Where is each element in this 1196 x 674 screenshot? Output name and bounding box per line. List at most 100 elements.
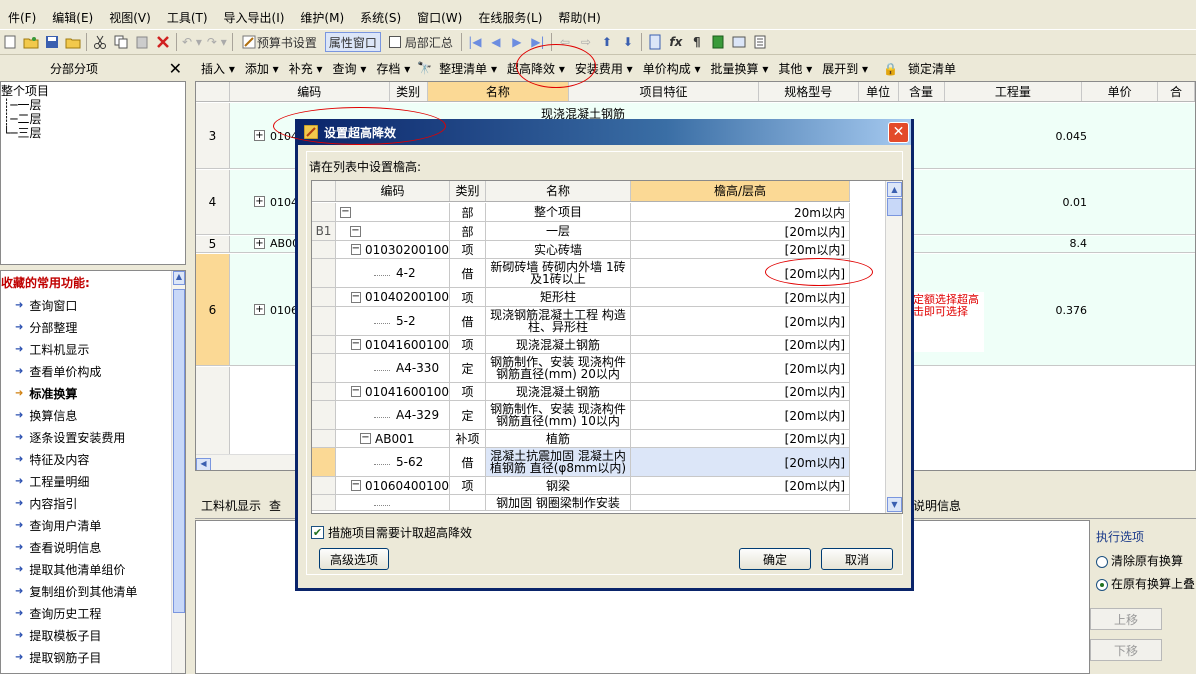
tree-item-floor3[interactable]: └─三层 [1, 126, 185, 140]
collapse-icon[interactable]: − [350, 386, 362, 397]
height-table-row[interactable]: − 部整个项目 20m以内 [312, 203, 850, 222]
favorite-item[interactable]: ➜ 逐条设置安装费用 [1, 427, 185, 449]
new-file-icon[interactable] [2, 32, 18, 52]
menu-file[interactable]: 件(F) [0, 9, 44, 26]
dialog-close-icon[interactable]: ✕ [888, 122, 909, 143]
cut-icon[interactable] [92, 32, 108, 52]
binoculars-icon[interactable]: 🔭 [415, 61, 434, 75]
tab-material-display[interactable]: 工料机显示 [201, 497, 261, 514]
toolbar-unit-price[interactable]: 单价构成 ▾ [638, 60, 706, 77]
advanced-options-button[interactable]: 高级选项 [319, 548, 389, 570]
favorite-item[interactable]: ➜ 查看说明信息 [1, 537, 185, 559]
height-table-row[interactable]: −01030200100 项实心砖墙 [20m以内] [312, 241, 850, 259]
grid-header-feature[interactable]: 项目特征 [569, 82, 759, 101]
grid-header-content[interactable]: 含量 [899, 82, 945, 101]
row-height-value[interactable]: [20m以内] [631, 288, 850, 306]
toolbar-query[interactable]: 查询 ▾ [328, 60, 372, 77]
move-up-button[interactable]: 上移 [1090, 608, 1162, 630]
favorite-item[interactable]: ➜ 标准换算 [1, 383, 185, 405]
radio-clear[interactable] [1096, 555, 1108, 568]
row-height-value[interactable]: [20m以内] [631, 401, 850, 429]
height-table-row[interactable]: A4-329 定钢筋制作、安装 现浇构件钢筋直径(mm) 10以内 [20m以内] [312, 401, 850, 430]
row-height-value[interactable]: [20m以内] [631, 241, 850, 258]
report-icon[interactable] [731, 32, 747, 52]
calculator-icon[interactable] [647, 32, 663, 52]
scroll-up-icon[interactable]: ▲ [887, 182, 902, 197]
menu-view[interactable]: 视图(V) [101, 9, 159, 26]
grid-header-type[interactable]: 类别 [390, 82, 428, 101]
tree-item-floor1[interactable]: ┊─一层 [1, 98, 185, 112]
favorites-scrollbar[interactable]: ▲ [171, 271, 185, 673]
collapse-icon[interactable]: − [350, 480, 362, 491]
row-height-value[interactable]: [20m以内] [631, 448, 850, 476]
grid-header-unit[interactable]: 单位 [859, 82, 899, 101]
save-icon[interactable] [44, 32, 60, 52]
height-table-scrollbar[interactable]: ▲ ▼ [885, 181, 902, 513]
formula-icon[interactable]: fx [668, 32, 684, 52]
exec-option-stack[interactable]: 在原有换算上叠 [1096, 575, 1196, 592]
delete-icon[interactable] [155, 32, 171, 52]
cancel-button[interactable]: 取消 [821, 548, 893, 570]
toolbar-batch-convert[interactable]: 批量换算 ▾ [706, 60, 774, 77]
undo-icon[interactable]: ↶ ▾ [182, 32, 202, 52]
menu-help[interactable]: 帮助(H) [550, 9, 608, 26]
menu-online-service[interactable]: 在线服务(L) [470, 9, 550, 26]
row-height-value[interactable]: [20m以内] [631, 336, 850, 353]
grid-header-spec[interactable]: 规格型号 [759, 82, 859, 101]
height-table-row[interactable]: A4-330 定钢筋制作、安装 现浇构件钢筋直径(mm) 20以内 [20m以内] [312, 354, 850, 383]
paragraph-icon[interactable]: ¶ [689, 32, 705, 52]
menu-edit[interactable]: 编辑(E) [44, 9, 101, 26]
menu-system[interactable]: 系统(S) [352, 9, 409, 26]
favorite-item[interactable]: ➜ 查看单价构成 [1, 361, 185, 383]
favorite-item[interactable]: ➜ 换算信息 [1, 405, 185, 427]
collapse-icon[interactable]: − [350, 291, 362, 303]
height-table-row[interactable]: −01060400100 项钢梁 [20m以内] [312, 477, 850, 495]
height-table-row[interactable]: B1 − 部一层 [20m以内] [312, 222, 850, 241]
grid-header-total[interactable]: 合 [1158, 82, 1195, 101]
expand-icon[interactable]: + [254, 130, 265, 141]
expand-icon[interactable]: + [254, 238, 265, 249]
menu-tools[interactable]: 工具(T) [159, 9, 216, 26]
radio-stack[interactable] [1096, 578, 1108, 591]
collapse-icon[interactable]: − [360, 433, 371, 444]
tab-query[interactable]: 查 [269, 497, 281, 514]
toolbar-expand-to[interactable]: 展开到 ▾ [817, 60, 873, 77]
copy-icon[interactable] [113, 32, 129, 52]
row-height-value[interactable]: [20m以内] [631, 383, 850, 400]
toolbar-organize-list[interactable]: 整理清单 ▾ [434, 60, 502, 77]
scroll-down-icon[interactable]: ▼ [887, 497, 902, 512]
exec-option-clear[interactable]: 清除原有换算 [1096, 552, 1183, 569]
prev-record-icon[interactable]: ◀ [488, 32, 504, 52]
height-table-row[interactable]: −01041600100 项现浇混凝土钢筋 [20m以内] [312, 383, 850, 401]
height-header-type[interactable]: 类别 [450, 181, 486, 201]
budget-settings-button[interactable]: 预算书设置 [238, 32, 320, 52]
toolbar-other[interactable]: 其他 ▾ [773, 60, 817, 77]
collapse-icon[interactable]: − [350, 339, 362, 350]
row-height-value[interactable]: [20m以内] [631, 430, 850, 447]
favorite-item[interactable]: ➜ 提取钢筋子目 [1, 647, 185, 669]
green-book-icon[interactable] [710, 32, 726, 52]
row-height-value[interactable]: 20m以内 [631, 203, 850, 221]
tree-item-project[interactable]: 整个项目 [1, 84, 185, 98]
property-window-button[interactable]: 属性窗口 [324, 32, 381, 52]
local-summary-toggle[interactable]: 局部汇总 [386, 32, 456, 52]
favorite-item[interactable]: ➜ 特征及内容 [1, 449, 185, 471]
favorite-item[interactable]: ➜ 查询窗口 [1, 295, 185, 317]
redo-icon[interactable]: ↷ ▾ [207, 32, 227, 52]
collapse-icon[interactable]: − [340, 206, 351, 218]
favorite-item[interactable]: ➜ 提取模板子目 [1, 625, 185, 647]
toolbar-lock-list[interactable]: 🔒 锁定清单 [873, 60, 966, 77]
favorite-item[interactable]: ➜ 分部整理 [1, 317, 185, 339]
height-table-row[interactable]: 5-2 借现浇钢筋混凝土工程 构造柱、异形柱 [20m以内] [312, 307, 850, 336]
list-icon[interactable] [752, 32, 768, 52]
height-table-row[interactable]: 5-62 借混凝土抗震加固 混凝土内植钢筋 直径(φ8mm以内) [20m以内] [312, 448, 850, 477]
tree-item-floor2[interactable]: ┊─二层 [1, 112, 185, 126]
favorite-item[interactable]: ➜ 查询历史工程 [1, 603, 185, 625]
save-folder-icon[interactable] [65, 32, 81, 52]
favorite-item[interactable]: ➜ 工料机显示 [1, 339, 185, 361]
row-height-value[interactable]: [20m以内] [631, 222, 850, 240]
favorite-item[interactable]: ➜ 提取其他清单组价 [1, 559, 185, 581]
left-panel-close-icon[interactable]: ✕ [169, 59, 182, 78]
measures-checkbox-row[interactable]: ✔ 措施项目需要计取超高降效 [311, 524, 472, 541]
tab-explanation[interactable]: 说明信息 [913, 497, 961, 514]
